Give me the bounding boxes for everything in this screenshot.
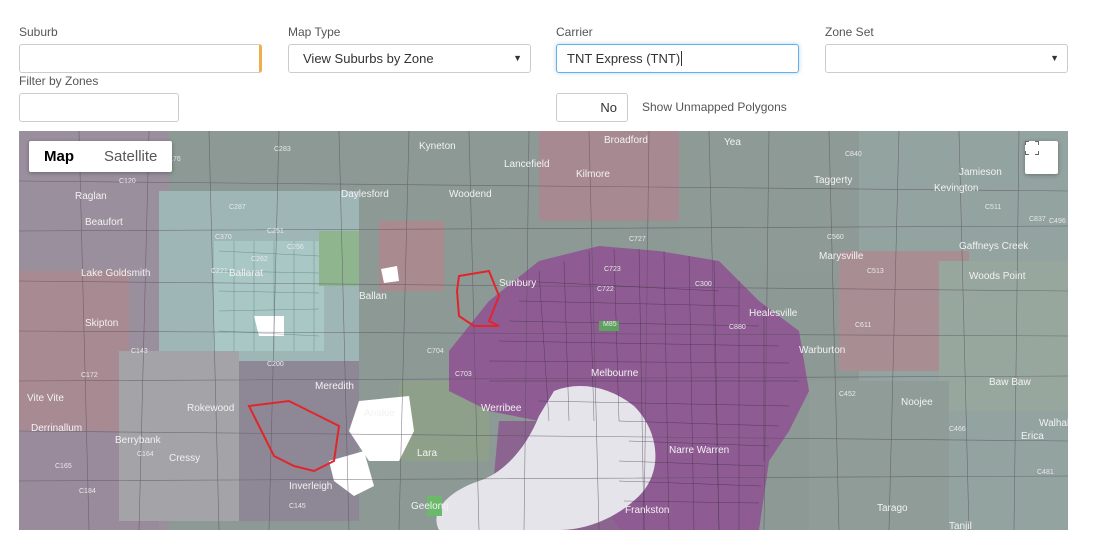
map-layer: Broadford Yea Kyneton Lancefield Kilmore…	[19, 131, 1068, 530]
suburb-input[interactable]	[19, 44, 262, 73]
place-label: Melbourne	[591, 368, 639, 379]
carrier-input[interactable]: TNT Express (TNT)	[556, 44, 799, 73]
zone-label: C262	[251, 256, 268, 263]
place-label: Derrinallum	[31, 423, 82, 434]
place-label: Healesville	[749, 308, 798, 319]
place-label: Beaufort	[85, 217, 123, 228]
place-label: Lake Goldsmith	[81, 268, 150, 279]
zone-label: C513	[867, 268, 884, 275]
zone-label: M85	[603, 321, 617, 328]
map-type-label: Map Type	[288, 25, 341, 39]
unmapped-toggle[interactable]: No	[556, 93, 628, 122]
zone-label: C837	[1029, 216, 1046, 223]
carrier-label: Carrier	[556, 25, 593, 39]
map-type-select[interactable]: View Suburbs by Zone ▼	[288, 44, 531, 73]
suburb-label: Suburb	[19, 25, 58, 39]
zone-label: C251	[267, 228, 284, 235]
place-label: Ballarat	[229, 268, 263, 279]
zone-label: C200	[267, 361, 284, 368]
place-label: Yea	[724, 137, 741, 148]
zone-label: C560	[827, 234, 844, 241]
place-label: Skipton	[85, 318, 118, 329]
place-label: Marysville	[819, 251, 864, 262]
zone-label: C221	[211, 268, 228, 275]
zone-label: C511	[985, 204, 1001, 211]
place-label: Lara	[417, 448, 437, 459]
zone-label: C165	[55, 463, 72, 470]
tab-satellite[interactable]: Satellite	[89, 141, 172, 172]
place-label: Berrybank	[115, 435, 162, 446]
place-label: Ballan	[359, 291, 387, 302]
filter-by-zones-input[interactable]	[19, 93, 179, 122]
fullscreen-icon	[1025, 141, 1039, 155]
place-label: Broadford	[604, 135, 648, 146]
zone-label: C704	[427, 348, 444, 355]
place-label: Kevington	[934, 183, 978, 194]
place-label: Daylesford	[341, 189, 389, 200]
place-label: Woodend	[449, 189, 492, 200]
zone-label: C466	[949, 426, 966, 433]
zone-label: C703	[455, 371, 472, 378]
place-label: Sunbury	[499, 278, 536, 289]
map-canvas[interactable]: Broadford Yea Kyneton Lancefield Kilmore…	[19, 131, 1068, 530]
place-label: Baw Baw	[989, 377, 1031, 388]
zone-label: C164	[137, 451, 154, 458]
place-label: Gaffneys Creek	[959, 241, 1029, 252]
zone-label: C840	[845, 151, 862, 158]
place-label: Taggerty	[814, 175, 852, 186]
carrier-value: TNT Express (TNT)	[567, 51, 681, 66]
unmapped-label: Show Unmapped Polygons	[642, 100, 787, 114]
place-label: Tarago	[877, 503, 908, 514]
place-label: Inverleigh	[289, 481, 332, 492]
zone-label: C723	[604, 266, 621, 273]
place-label: Werribee	[481, 403, 522, 414]
zone-label: C880	[729, 324, 746, 331]
zone-label: C145	[289, 503, 306, 510]
place-label: Noojee	[901, 397, 933, 408]
zone-label: C496	[1049, 218, 1066, 225]
place-label: Cressy	[169, 453, 200, 464]
fullscreen-button[interactable]	[1025, 141, 1058, 174]
tab-map[interactable]: Map	[29, 141, 89, 172]
zone-label: C452	[839, 391, 856, 398]
place-label: Warburton	[799, 345, 845, 356]
text-cursor	[681, 51, 683, 66]
place-label: Lancefield	[504, 159, 550, 170]
zone-label: C300	[695, 281, 712, 288]
map-type-value: View Suburbs by Zone	[303, 51, 434, 66]
map-type-control: Map Satellite	[29, 141, 173, 172]
zone-label: C370	[215, 234, 232, 241]
zone-label: C481	[1037, 469, 1054, 476]
place-label: Raglan	[75, 191, 107, 202]
place-label: Anakie	[364, 408, 395, 419]
chevron-down-icon: ▼	[513, 53, 522, 63]
place-label: Frankston	[625, 505, 669, 516]
place-label: Woods Point	[969, 271, 1026, 282]
zone-label: C611	[855, 322, 871, 329]
place-label: Jamieson	[959, 167, 1002, 178]
chevron-down-icon: ▼	[1050, 53, 1059, 63]
place-label: Kilmore	[576, 169, 610, 180]
place-label: Walhalla	[1039, 418, 1068, 429]
place-label: Erica	[1021, 431, 1044, 442]
place-label: Geelong	[411, 501, 449, 512]
place-label: Narre Warren	[669, 445, 729, 456]
zone-label: C172	[81, 372, 98, 379]
place-label: Tanjil	[949, 521, 972, 530]
zone-set-label: Zone Set	[825, 25, 874, 39]
filter-by-zones-label: Filter by Zones	[19, 74, 99, 88]
place-label: Meredith	[315, 381, 354, 392]
place-label: Kyneton	[419, 141, 456, 152]
zone-set-select[interactable]: ▼	[825, 44, 1068, 73]
place-label: Vite Vite	[27, 393, 64, 404]
place-label: Rokewood	[187, 403, 234, 414]
zone-label: C143	[131, 348, 148, 355]
zone-label: C287	[229, 204, 246, 211]
zone-label: C283	[274, 146, 291, 153]
zone-label: C256	[287, 244, 304, 251]
zone-label: C184	[79, 488, 96, 495]
zone-label: C727	[629, 236, 646, 243]
zone-label: C120	[119, 178, 136, 185]
zone-label: C722	[597, 286, 614, 293]
